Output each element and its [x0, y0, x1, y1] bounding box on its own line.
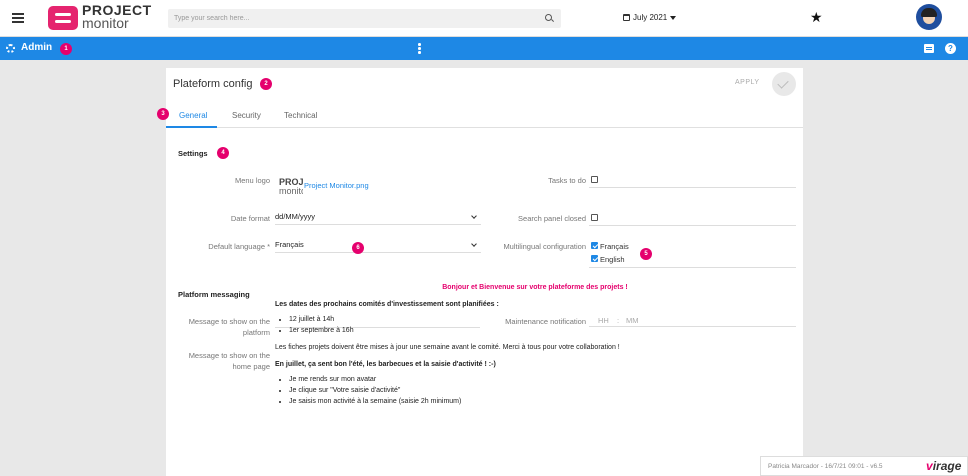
- home-message-para1: Les dates des prochains comités d'invest…: [275, 301, 499, 308]
- top-bar: PROJECT monitor July 2021 ★: [0, 0, 968, 37]
- active-tab-indicator: [166, 126, 217, 128]
- footer-user-info: Patricia Marcador - 16/7/21 09:01 - v6.5: [768, 463, 883, 470]
- home-message-label-1: Message to show on the: [188, 351, 270, 360]
- chat-icon[interactable]: [924, 44, 934, 53]
- app-logo-text[interactable]: PROJECT monitor: [82, 3, 152, 31]
- admin-bar: Admin 1 ?: [0, 37, 968, 60]
- search-input[interactable]: [174, 12, 514, 25]
- vendor-logo-mark: v: [926, 459, 933, 473]
- tasks-to-do-label: Tasks to do: [548, 176, 586, 185]
- date-format-label: Date format: [230, 214, 270, 223]
- list-item: Je saisis mon activité à la semaine (sai…: [289, 396, 795, 407]
- logo-line2: monitor: [82, 15, 129, 31]
- platform-messaging-title: Platform messaging: [178, 290, 250, 299]
- default-language-label: Default language *: [208, 242, 270, 251]
- home-message-label-2: home page: [232, 362, 270, 371]
- home-message-para2: Les fiches projets doivent être mises à …: [275, 344, 620, 351]
- home-message-list1: 12 juillet à 14h 1er septembre à 16h: [275, 314, 795, 336]
- apply-button[interactable]: [772, 72, 796, 96]
- search-panel-closed-checkbox[interactable]: [591, 214, 598, 221]
- footer: Patricia Marcador - 16/7/21 09:01 - v6.5…: [760, 456, 968, 476]
- step-badge-2: 2: [260, 78, 272, 90]
- multilingual-english-checkbox[interactable]: [591, 255, 598, 262]
- date-format-value: dd/MM/yyyy: [275, 212, 316, 221]
- tasks-to-do-checkbox[interactable]: [591, 176, 598, 183]
- multilingual-config-label: Multilingual configuration: [503, 242, 586, 251]
- list-item: Je me rends sur mon avatar: [289, 374, 795, 385]
- search-panel-closed-label: Search panel closed: [518, 214, 586, 223]
- more-vertical-icon[interactable]: [418, 43, 421, 55]
- platform-message-label-2: platform: [242, 328, 270, 337]
- caret-down-icon: [670, 15, 677, 20]
- multilingual-francais-checkbox[interactable]: [591, 242, 598, 249]
- admin-title: Admin: [21, 42, 53, 53]
- gear-icon: [6, 44, 15, 53]
- search-box: [168, 9, 561, 28]
- multilingual-francais-label: Français: [600, 242, 629, 251]
- avatar[interactable]: [916, 4, 942, 30]
- settings-section-title: Settings: [178, 149, 208, 158]
- list-item: 12 juillet à 14h: [289, 314, 795, 325]
- date-selector[interactable]: July 2021: [623, 13, 677, 22]
- search-panel-field-line: [589, 225, 796, 226]
- card-header: Plateform config 2 APPLY 3 General Secur…: [157, 68, 803, 128]
- avatar-glasses: [924, 16, 934, 19]
- help-icon[interactable]: ?: [945, 43, 956, 54]
- home-message-list2: Je me rends sur mon avatar Je clique sur…: [275, 374, 795, 407]
- tab-security[interactable]: Security: [232, 111, 261, 120]
- menu-logo-file-link[interactable]: Project Monitor.png: [304, 181, 369, 190]
- platform-config-card: Plateform config 2 APPLY 3 General Secur…: [157, 68, 803, 476]
- step-badge-3: 3: [157, 108, 169, 120]
- platform-message-label-1: Message to show on the: [188, 317, 270, 326]
- tab-general[interactable]: General: [179, 111, 207, 120]
- step-badge-6: 6: [352, 242, 364, 254]
- multilingual-english-label: English: [600, 255, 625, 264]
- list-item: Je clique sur "Votre saisie d'activité": [289, 385, 795, 396]
- app-logo-icon[interactable]: [48, 6, 78, 30]
- search-icon[interactable]: [545, 14, 552, 21]
- list-item: 1er septembre à 16h: [289, 325, 795, 336]
- step-badge-1: 1: [60, 43, 72, 55]
- step-badge-5: 5: [640, 248, 652, 260]
- menu-logo-thumbnail[interactable]: PROJECT monitor: [279, 178, 303, 198]
- menu-logo-label: Menu logo: [234, 176, 270, 185]
- home-message-para3: En juillet, ça sent bon l'été, les barbe…: [275, 361, 496, 368]
- page-title: Plateform config: [173, 78, 253, 90]
- multilingual-field-line: [589, 267, 796, 268]
- home-message-editor[interactable]: Bonjour et Bienvenue sur votre plateform…: [275, 282, 795, 407]
- step-badge-4: 4: [217, 147, 229, 159]
- tasks-to-do-field-line: [589, 187, 796, 188]
- calendar-icon: [623, 14, 630, 21]
- tab-technical[interactable]: Technical: [284, 111, 317, 120]
- logo-thumb-bottom: monitor: [279, 186, 303, 196]
- date-format-select[interactable]: dd/MM/yyyy: [275, 212, 481, 225]
- vendor-logo-text: irage: [932, 459, 962, 473]
- date-selector-label: July 2021: [633, 13, 668, 22]
- default-language-select[interactable]: Français: [275, 240, 481, 253]
- star-icon[interactable]: ★: [810, 10, 823, 24]
- home-message-headline: Bonjour et Bienvenue sur votre plateform…: [442, 284, 628, 291]
- default-language-value: Français: [275, 240, 304, 249]
- menu-icon[interactable]: [12, 13, 24, 23]
- vendor-logo: virage: [926, 459, 961, 473]
- apply-label: APPLY: [735, 79, 760, 86]
